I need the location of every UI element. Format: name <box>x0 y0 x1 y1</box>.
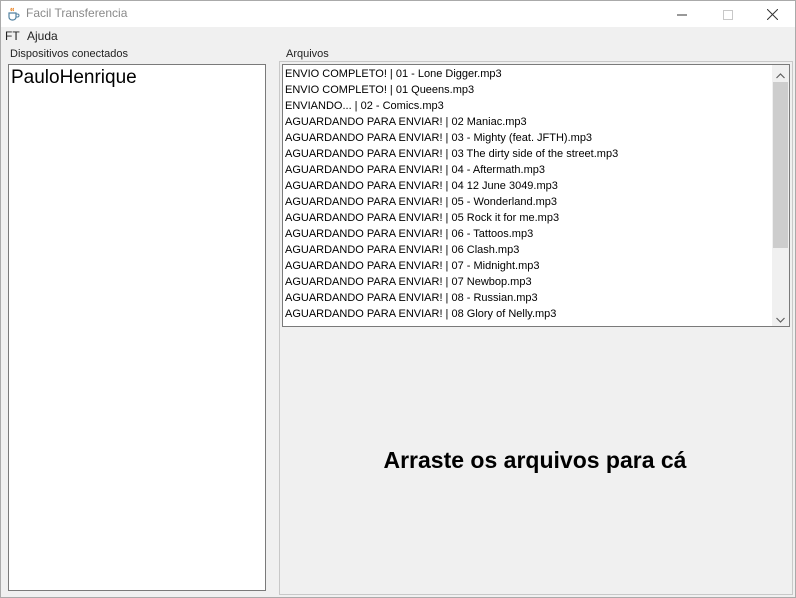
files-label: Arquivos <box>286 48 329 60</box>
list-item[interactable]: AGUARDANDO PARA ENVIAR! | 07 Newbop.mp3 <box>285 274 771 290</box>
menu-ajuda[interactable]: Ajuda <box>27 29 58 43</box>
window-title: Facil Transferencia <box>26 6 128 20</box>
close-button[interactable] <box>749 1 795 27</box>
list-item[interactable]: AGUARDANDO PARA ENVIAR! | 05 - Wonderlan… <box>285 194 771 210</box>
minimize-icon <box>677 5 687 24</box>
list-item[interactable]: AGUARDANDO PARA ENVIAR! | 03 The dirty s… <box>285 146 771 162</box>
chevron-down-icon <box>776 308 785 326</box>
list-item[interactable]: AGUARDANDO PARA ENVIAR! | 08 - Russian.m… <box>285 290 771 306</box>
menu-ft[interactable]: FT <box>5 29 20 43</box>
file-list[interactable]: ENVIO COMPLETO! | 01 - Lone Digger.mp3 E… <box>282 64 790 327</box>
list-item[interactable]: AGUARDANDO PARA ENVIAR! | 04 12 June 304… <box>285 178 771 194</box>
devices-label: Dispositivos conectados <box>10 48 129 60</box>
list-item[interactable]: AGUARDANDO PARA ENVIAR! | 02 Maniac.mp3 <box>285 114 771 130</box>
scroll-down-button[interactable] <box>772 309 789 326</box>
maximize-button[interactable] <box>705 1 751 27</box>
chevron-up-icon <box>776 65 785 83</box>
list-item[interactable]: ENVIO COMPLETO! | 01 Queens.mp3 <box>285 82 771 98</box>
scroll-thumb[interactable] <box>773 82 788 248</box>
list-item[interactable]: AGUARDANDO PARA ENVIAR! | 05 Rock it for… <box>285 210 771 226</box>
java-cup-icon <box>6 6 20 21</box>
maximize-icon <box>723 5 733 24</box>
close-icon <box>766 5 778 24</box>
title-bar[interactable]: Facil Transferencia <box>1 1 795 27</box>
scroll-up-button[interactable] <box>772 65 789 82</box>
device-list[interactable]: PauloHenrique <box>8 64 266 591</box>
menu-bar: FT Ajuda <box>1 27 795 45</box>
list-item[interactable]: AGUARDANDO PARA ENVIAR! | 03 - Mighty (f… <box>285 130 771 146</box>
list-item[interactable]: AGUARDANDO PARA ENVIAR! | 06 Clash.mp3 <box>285 242 771 258</box>
minimize-button[interactable] <box>659 1 705 27</box>
list-item[interactable]: ENVIO COMPLETO! | 01 - Lone Digger.mp3 <box>285 66 771 82</box>
list-item[interactable]: AGUARDANDO PARA ENVIAR! | 07 - Midnight.… <box>285 258 771 274</box>
file-rows: ENVIO COMPLETO! | 01 - Lone Digger.mp3 E… <box>285 66 771 322</box>
app-window: Facil Transferencia FT Ajuda Dispositivo… <box>0 0 796 598</box>
list-item[interactable]: AGUARDANDO PARA ENVIAR! | 08 Glory of Ne… <box>285 306 771 322</box>
device-item[interactable]: PauloHenrique <box>11 67 137 89</box>
list-item[interactable]: AGUARDANDO PARA ENVIAR! | 06 - Tattoos.m… <box>285 226 771 242</box>
file-list-scrollbar[interactable] <box>772 65 789 326</box>
list-item[interactable]: AGUARDANDO PARA ENVIAR! | 04 - Aftermath… <box>285 162 771 178</box>
drop-zone-text: Arraste os arquivos para cá <box>383 447 687 473</box>
list-item[interactable]: ENVIANDO... | 02 - Comics.mp3 <box>285 98 771 114</box>
